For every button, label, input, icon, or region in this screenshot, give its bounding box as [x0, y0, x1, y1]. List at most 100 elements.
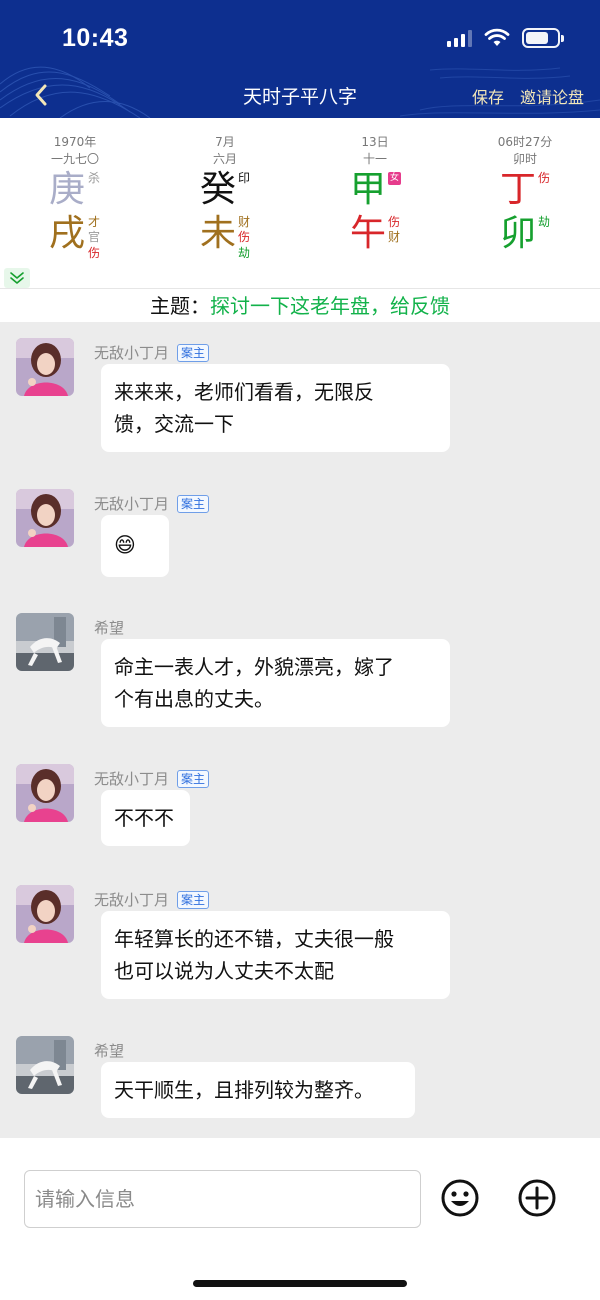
user-avatar[interactable]	[16, 338, 74, 396]
girl-avatar-image	[16, 885, 74, 943]
message-bubble[interactable]: 年轻算长的还不错，丈夫很一般 也可以说为人丈夫不太配	[101, 911, 450, 999]
battery-icon	[522, 28, 564, 48]
gender-female-badge: 女	[388, 172, 401, 185]
message-text-line: 个有出息的丈夫。	[114, 687, 274, 711]
pillar-date-lunar: 卯时	[512, 152, 537, 166]
expand-chart-button[interactable]	[4, 268, 30, 288]
earthly-branch[interactable]: 卯	[500, 212, 536, 256]
bazi-chart-panel: 1970年 一九七〇 庚 杀 戌 才 官 伤 7月 六月 癸 印 未 财 伤 劫…	[0, 118, 600, 288]
earthly-branch[interactable]: 未	[200, 212, 236, 256]
plus-circle-icon	[518, 1179, 556, 1217]
sender-name: 希望	[94, 1042, 125, 1060]
user-avatar[interactable]	[16, 613, 74, 671]
pillar-date-gregorian: 1970年	[53, 135, 97, 149]
back-button[interactable]	[26, 80, 56, 110]
message-input[interactable]	[24, 1170, 421, 1228]
heavenly-stem[interactable]: 癸	[200, 168, 236, 212]
pillar-date-lunar: 十一	[362, 152, 387, 166]
girl-avatar-image	[16, 764, 74, 822]
nav-bar: 天时子平八字 保存 邀请论盘	[0, 78, 600, 114]
invite-discussion-button[interactable]: 邀请论盘	[520, 84, 584, 108]
topic-text: 探讨一下这老年盘，给反馈	[210, 294, 450, 318]
user-avatar[interactable]	[16, 1036, 74, 1094]
user-avatar[interactable]	[16, 489, 74, 547]
smiley-icon	[441, 1179, 479, 1217]
message-bubble[interactable]: 命主一表人才，外貌漂亮，嫁了 个有出息的丈夫。	[101, 639, 450, 727]
branch-row: 午 伤 财	[300, 212, 450, 256]
stem-row: 甲 女	[300, 168, 450, 212]
pillar-date-lunar: 六月	[212, 152, 237, 166]
case-owner-badge: 案主	[177, 890, 210, 909]
message-sender: 无敌小丁月 案主	[94, 493, 210, 514]
chevron-left-icon	[35, 84, 47, 106]
chat-message-list[interactable]: 无敌小丁月 案主 来来来，老师们看看，无限反 馈，交流一下 无敌小丁月 案主 😄	[0, 322, 600, 1138]
user-avatar[interactable]	[16, 885, 74, 943]
hour-pillar: 06时27分 卯时 丁 伤 卯 劫	[450, 134, 600, 256]
sender-name: 无敌小丁月	[94, 344, 170, 362]
grinning-emoji: 😄	[114, 533, 136, 557]
message-text-line: 天干顺生，且排列较为整齐。	[114, 1078, 374, 1102]
message-composer	[0, 1138, 600, 1300]
stem-ten-god: 印	[238, 171, 251, 185]
sender-name: 希望	[94, 619, 125, 637]
message-text-line: 馈，交流一下	[114, 412, 234, 436]
branch-ten-god: 官	[88, 230, 101, 244]
emoji-button[interactable]	[440, 1178, 480, 1218]
message-bubble[interactable]: 天干顺生，且排列较为整齐。	[101, 1062, 415, 1118]
sender-name: 无敌小丁月	[94, 891, 170, 909]
day-pillar: 13日 十一 甲 女 午 伤 财	[300, 134, 450, 256]
app-header: 10:43 天时子平八字 保存 邀请论盘	[0, 0, 600, 118]
double-chevron-down-icon	[10, 272, 24, 284]
branch-ten-god: 财	[388, 230, 401, 244]
message-text-line: 命主一表人才，外貌漂亮，嫁了	[114, 655, 394, 679]
sculpture-avatar-image	[16, 613, 74, 671]
case-owner-badge: 案主	[177, 494, 210, 513]
discussion-topic: 主题：探讨一下这老年盘，给反馈	[0, 288, 600, 322]
message-bubble[interactable]: 不不不	[101, 790, 190, 846]
message-sender: 无敌小丁月 案主	[94, 768, 210, 789]
sender-name: 无敌小丁月	[94, 495, 170, 513]
branch-row: 未 财 伤 劫	[150, 212, 300, 260]
stem-row: 丁 伤	[450, 168, 600, 212]
save-button[interactable]: 保存	[472, 84, 504, 108]
topic-label: 主题：	[150, 294, 210, 318]
message-sender: 希望	[94, 1040, 124, 1061]
pillar-date-lunar: 一九七〇	[50, 152, 99, 166]
user-avatar[interactable]	[16, 764, 74, 822]
heavenly-stem[interactable]: 庚	[49, 168, 85, 212]
wifi-icon	[484, 28, 510, 46]
year-pillar: 1970年 一九七〇 庚 杀 戌 才 官 伤	[0, 134, 150, 260]
message-sender: 无敌小丁月 案主	[94, 889, 210, 910]
pillar-date-gregorian: 7月	[215, 135, 235, 149]
heavenly-stem[interactable]: 甲	[350, 168, 386, 212]
branch-ten-god: 财	[238, 215, 251, 229]
month-pillar: 7月 六月 癸 印 未 财 伤 劫	[150, 134, 300, 260]
case-owner-badge: 案主	[177, 343, 210, 362]
girl-avatar-image	[16, 489, 74, 547]
earthly-branch[interactable]: 戌	[49, 212, 85, 256]
sender-name: 无敌小丁月	[94, 770, 170, 788]
stem-ten-god: 伤	[538, 171, 551, 185]
heavenly-stem[interactable]: 丁	[500, 168, 536, 212]
pillar-date-gregorian: 13日	[361, 135, 389, 149]
message-bubble[interactable]: 😄	[101, 515, 169, 577]
branch-row: 戌 才 官 伤	[0, 212, 150, 260]
branch-row: 卯 劫	[450, 212, 600, 256]
message-sender: 希望	[94, 617, 124, 638]
branch-ten-god: 劫	[538, 215, 551, 229]
stem-row: 癸 印	[150, 168, 300, 212]
branch-ten-god: 伤	[238, 230, 251, 244]
cellular-signal-icon	[447, 29, 472, 47]
pillar-date-gregorian: 06时27分	[497, 135, 553, 149]
branch-ten-god: 伤	[88, 246, 101, 260]
message-text-line: 来来来，老师们看看，无限反	[114, 380, 374, 404]
earthly-branch[interactable]: 午	[350, 212, 386, 256]
more-options-button[interactable]	[517, 1178, 557, 1218]
message-bubble[interactable]: 来来来，老师们看看，无限反 馈，交流一下	[101, 364, 450, 452]
sculpture-avatar-image	[16, 1036, 74, 1094]
message-text-line: 年轻算长的还不错，丈夫很一般	[114, 927, 394, 951]
status-icons	[447, 28, 564, 48]
case-owner-badge: 案主	[177, 769, 210, 788]
branch-ten-god: 才	[88, 215, 101, 229]
stem-row: 庚 杀	[0, 168, 150, 212]
